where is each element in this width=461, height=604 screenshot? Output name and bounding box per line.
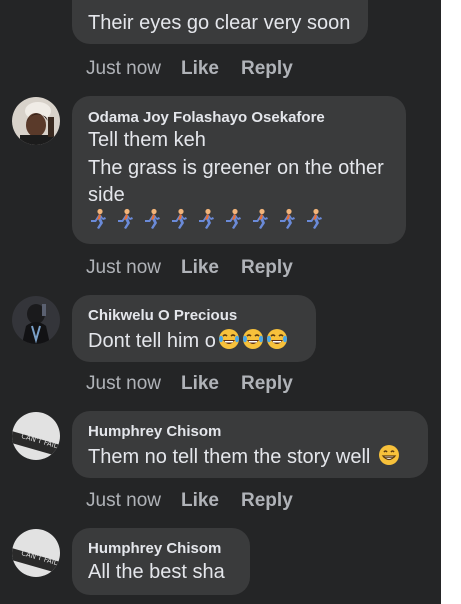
emoji-group: [216, 328, 288, 352]
comment-author[interactable]: Humphrey Chisom: [88, 423, 221, 440]
comment-timestamp: Just now: [86, 58, 161, 79]
person-running-emoji: [223, 208, 243, 230]
like-button[interactable]: Like: [181, 490, 219, 512]
comment-bubble: Humphrey Chisom All the best sha: [72, 528, 250, 595]
comment-actions: Just now Like Reply: [86, 257, 315, 279]
avatar[interactable]: CAN'T FAIL: [12, 529, 60, 577]
person-running-emoji: [277, 208, 297, 230]
laughing-tears-emoji: [266, 328, 288, 350]
comment-text: Them no tell them the story well: [88, 444, 400, 469]
comment-text: Tell them keh: [88, 129, 206, 151]
emoji-row: [88, 208, 331, 235]
grinning-emoji: [378, 444, 400, 466]
avatar[interactable]: [12, 97, 60, 145]
like-button[interactable]: Like: [181, 373, 219, 395]
avatar[interactable]: CAN'T FAIL: [12, 412, 60, 460]
comment-text: Dont tell him o: [88, 328, 288, 353]
comments-panel: Their eyes go clear very soon Just now Li…: [0, 0, 441, 604]
comment-bubble: Chikwelu O Precious Dont tell him o: [72, 295, 316, 362]
comment-text-value: Dont tell him o: [88, 330, 216, 352]
comment-bubble: Their eyes go clear very soon: [72, 0, 368, 44]
comment-timestamp: Just now: [86, 373, 161, 394]
like-button[interactable]: Like: [181, 257, 219, 279]
reply-button[interactable]: Reply: [241, 490, 293, 512]
person-running-emoji: [88, 208, 108, 230]
comment-author[interactable]: Odama Joy Folashayo Osekafore: [88, 109, 325, 126]
comment-text: The grass is greener on the other: [88, 157, 384, 179]
person-running-emoji: [169, 208, 189, 230]
emoji-group: [370, 444, 400, 468]
laughing-tears-emoji: [242, 328, 264, 350]
comment-text: All the best sha: [88, 561, 225, 583]
comment-bubble: Humphrey Chisom Them no tell them the st…: [72, 411, 428, 478]
person-running-emoji: [196, 208, 216, 230]
avatar[interactable]: [12, 296, 60, 344]
comment-actions: Just now Like Reply: [86, 373, 315, 395]
reply-button[interactable]: Reply: [241, 257, 293, 279]
comment-text: side: [88, 184, 125, 206]
comment-author[interactable]: Chikwelu O Precious: [88, 307, 237, 324]
person-running-emoji: [142, 208, 162, 230]
laughing-tears-emoji: [218, 328, 240, 350]
person-running-emoji: [250, 208, 270, 230]
comment-timestamp: Just now: [86, 257, 161, 278]
comment-text: Their eyes go clear very soon: [88, 12, 351, 34]
reply-button[interactable]: Reply: [241, 373, 293, 395]
person-running-emoji: [304, 208, 324, 230]
comment-actions: Just now Like Reply: [86, 58, 315, 80]
comment-text-value: Them no tell them the story well: [88, 446, 371, 468]
comment-bubble: Odama Joy Folashayo Osekafore Tell them …: [72, 96, 406, 244]
comment-author[interactable]: Humphrey Chisom: [88, 540, 221, 557]
comment-timestamp: Just now: [86, 490, 161, 511]
comment-actions: Just now Like Reply: [86, 490, 315, 512]
reply-button[interactable]: Reply: [241, 58, 293, 80]
person-running-emoji: [115, 208, 135, 230]
like-button[interactable]: Like: [181, 58, 219, 80]
